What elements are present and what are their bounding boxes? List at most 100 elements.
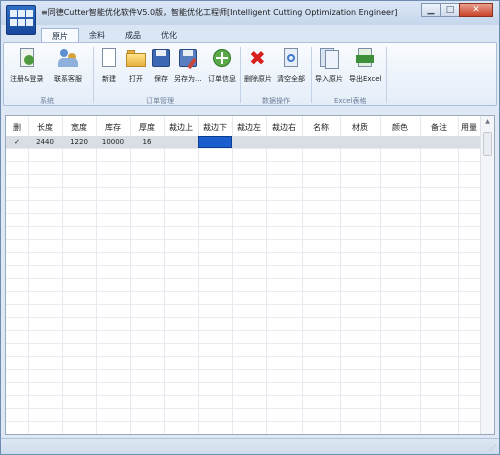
group-label-data: 数据操作 (262, 97, 290, 105)
export-excel-button[interactable]: 导出Excel (349, 47, 382, 84)
import-sheets-label: 导入原片 (315, 75, 343, 83)
import-icon (318, 47, 340, 69)
save-button[interactable]: 保存 (150, 47, 172, 84)
ribbon-tabs: 原片 余料 成品 优化 (1, 25, 499, 43)
column-header[interactable]: 长度 (28, 116, 62, 136)
column-header[interactable]: 厚度 (130, 116, 164, 136)
group-label-excel: Excel表格 (334, 97, 367, 105)
tab-optimize[interactable]: 优化 (151, 28, 187, 43)
register-login-label: 注册&登录 (10, 75, 44, 83)
grid-divider (6, 148, 480, 149)
group-separator (240, 47, 241, 103)
grid-divider (6, 382, 480, 383)
tab-products[interactable]: 成品 (115, 28, 151, 43)
table-cell[interactable] (340, 136, 380, 148)
column-header[interactable]: 裁边右 (266, 116, 302, 136)
tab-remnants[interactable]: 余料 (79, 28, 115, 43)
grid-divider (6, 200, 480, 201)
column-header[interactable]: 库存 (96, 116, 130, 136)
column-header[interactable]: 裁边下 (198, 116, 232, 136)
clear-all-button[interactable]: 清空全部 (277, 47, 305, 84)
minimize-icon: ▁ (427, 5, 435, 15)
grid-divider (6, 239, 480, 240)
column-header[interactable]: 宽度 (62, 116, 96, 136)
delete-checkbox[interactable]: ✓ (6, 136, 28, 148)
grid-divider (6, 291, 480, 292)
app-window: ≡同德Cutter智能优化软件V5.0版，智能优化工程师[Intelligent… (0, 0, 500, 455)
clear-all-label: 清空全部 (277, 75, 305, 83)
grid-divider (232, 116, 233, 434)
grid-divider (6, 395, 480, 396)
column-header[interactable]: 颜色 (380, 116, 420, 136)
window-title: ≡同德Cutter智能优化软件V5.0版，智能优化工程师[Intelligent… (41, 8, 398, 17)
delete-sheet-button[interactable]: ✖ 删除原片 (244, 47, 272, 84)
resize-grip-icon[interactable]: ⋰ (489, 444, 496, 452)
table-cell[interactable] (266, 136, 302, 148)
grid-divider (302, 116, 303, 434)
grid-divider (6, 265, 480, 266)
table-cell[interactable] (164, 136, 198, 148)
column-header[interactable]: 材质 (340, 116, 380, 136)
table-cell[interactable] (420, 136, 458, 148)
scroll-up-icon[interactable]: ▲ (483, 118, 492, 125)
column-header[interactable]: 裁边上 (164, 116, 198, 136)
open-button[interactable]: 打开 (125, 47, 147, 84)
clear-all-icon (280, 47, 302, 69)
table-cell[interactable] (458, 136, 480, 148)
close-button[interactable]: ✕ (459, 3, 493, 17)
table-cell[interactable]: 1220 (62, 136, 96, 148)
maximize-button[interactable]: □ (440, 3, 460, 17)
group-separator (311, 47, 312, 103)
table-cell[interactable] (198, 136, 232, 148)
grid-divider (6, 174, 480, 175)
app-menu-icon[interactable] (6, 5, 36, 35)
minimize-button[interactable]: ▁ (421, 3, 441, 17)
group-separator (386, 47, 387, 103)
excel-export-icon (354, 47, 376, 69)
title-bar[interactable]: ≡同德Cutter智能优化软件V5.0版，智能优化工程师[Intelligent… (1, 1, 499, 25)
sheets-grid[interactable]: 删长度 宽度 库存 厚度 裁边上 裁边下 裁边左 裁边右 名称 材质 颜色 备注 用量 ✓ 2440 122… (5, 115, 495, 435)
table-cell[interactable] (380, 136, 420, 148)
grid-divider (266, 116, 267, 434)
order-info-button[interactable]: 订单信息 (208, 47, 236, 84)
open-label: 打开 (129, 75, 143, 83)
table-cell[interactable]: 16 (130, 136, 164, 148)
grid-divider (6, 252, 480, 253)
table-cell[interactable]: 2440 (28, 136, 62, 148)
vertical-scrollbar[interactable]: ▲ (480, 116, 494, 434)
table-row[interactable]: ✓ 2440 1220 10000 16 (6, 136, 480, 148)
grid-divider (6, 161, 480, 162)
tab-raw-sheets[interactable]: 原片 (41, 28, 79, 43)
delete-icon: ✖ (249, 46, 266, 70)
import-sheets-button[interactable]: 导入原片 (315, 47, 343, 84)
contact-support-label: 联系客服 (54, 75, 82, 83)
table-cell[interactable]: 10000 (96, 136, 130, 148)
grid-divider (6, 356, 480, 357)
register-login-button[interactable]: 注册&登录 (10, 47, 43, 84)
table-cell[interactable] (232, 136, 266, 148)
group-label-system: 系统 (40, 97, 54, 105)
table-cell[interactable] (302, 136, 340, 148)
grid-divider (28, 116, 29, 434)
column-header[interactable]: 名称 (302, 116, 340, 136)
scroll-thumb[interactable] (483, 132, 492, 156)
grid-divider (198, 116, 199, 434)
column-header[interactable]: 用量 (458, 116, 480, 136)
column-header[interactable]: 裁边左 (232, 116, 266, 136)
grid-divider (340, 116, 341, 434)
close-icon: ✕ (472, 5, 480, 15)
save-as-icon (177, 47, 199, 70)
grid-divider (6, 421, 480, 422)
column-header[interactable]: 备注 (420, 116, 458, 136)
grid-header: 删长度 宽度 库存 厚度 裁边上 裁边下 裁边左 裁边右 名称 材质 颜色 备注 用量 (6, 116, 480, 136)
new-button[interactable]: 新建 (98, 47, 120, 84)
column-header[interactable]: 删 (6, 116, 28, 136)
order-info-icon (211, 47, 233, 69)
save-label: 保存 (154, 75, 168, 83)
new-document-icon (98, 47, 120, 69)
save-as-button[interactable]: 另存为... (174, 47, 202, 84)
grid-divider (6, 226, 480, 227)
save-as-label: 另存为... (174, 75, 202, 83)
contact-support-button[interactable]: 联系客服 (54, 47, 82, 84)
grid-divider (6, 187, 480, 188)
